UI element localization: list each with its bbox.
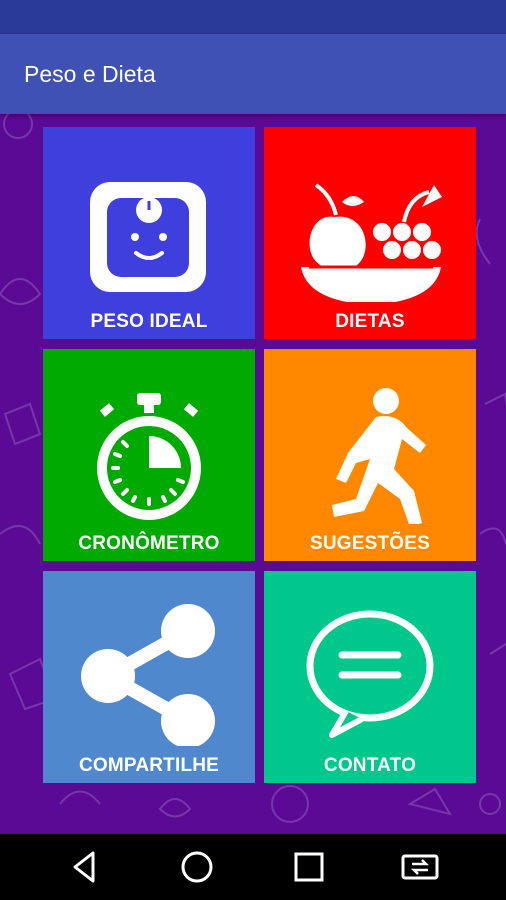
share-icon	[81, 604, 215, 746]
runner-icon	[332, 388, 426, 524]
tile-label: SUGESTÕES	[309, 533, 431, 554]
fruit-bowl-icon	[301, 183, 443, 302]
tile-sugestoes[interactable]: SUGESTÕES	[264, 349, 476, 561]
app-title: Peso e Dieta	[24, 61, 156, 87]
tile-cronometro[interactable]: CRONÔMETRO	[43, 349, 255, 561]
app-bar: Peso e Dieta	[0, 34, 506, 114]
tile-label: PESO IDEAL	[90, 311, 208, 332]
chat-bubble-icon	[306, 610, 434, 738]
status-bar	[0, 0, 506, 34]
back-icon[interactable]	[65, 847, 105, 887]
tile-dietas[interactable]: DIETAS	[264, 127, 476, 339]
navigation-bar	[0, 834, 506, 900]
tile-label: COMPARTILHE	[78, 755, 220, 776]
home-icon[interactable]	[177, 847, 217, 887]
rotate-icon[interactable]	[400, 847, 440, 887]
stopwatch-icon	[97, 393, 201, 520]
scale-icon	[90, 182, 206, 292]
tile-compartilhe[interactable]: COMPARTILHE	[43, 571, 255, 783]
main-content: PESO IDEAL DIETAS CRONÔMETRO SUGESTÕES C…	[0, 114, 506, 834]
tile-label: DIETAS	[335, 311, 405, 332]
tile-label: CRONÔMETRO	[78, 533, 220, 554]
tile-label: CONTATO	[323, 755, 417, 776]
tile-peso-ideal[interactable]: PESO IDEAL	[43, 127, 255, 339]
tile-contato[interactable]: CONTATO	[264, 571, 476, 783]
recents-icon[interactable]	[289, 847, 329, 887]
